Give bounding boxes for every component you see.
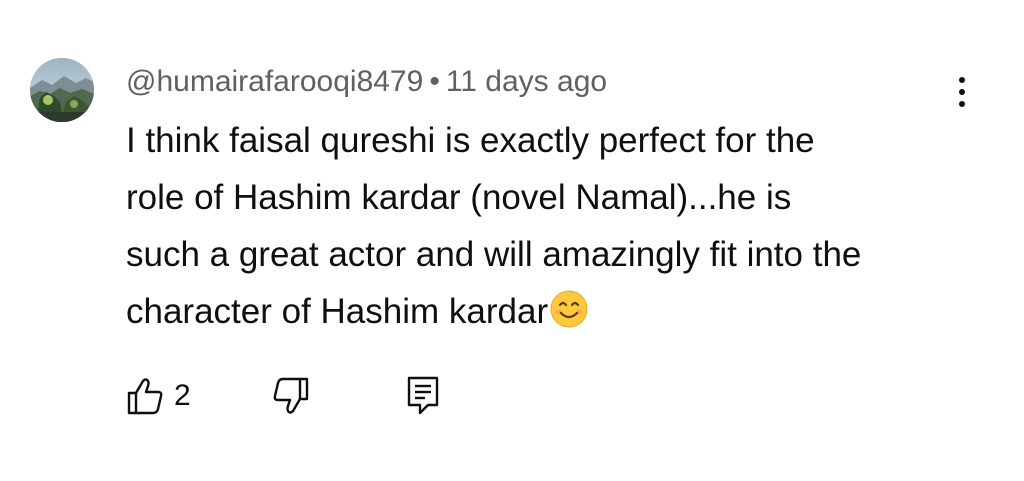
timestamp[interactable]: 11 days ago: [446, 65, 607, 98]
comment-header: @humairafarooqi8479 • 11 days ago: [126, 62, 607, 102]
comment-text-line: role of Hashim kardar (novel Namal)...he…: [126, 178, 792, 217]
dislike-button[interactable]: [272, 372, 310, 420]
reply-button[interactable]: [406, 372, 440, 420]
more-vertical-icon: [959, 77, 965, 83]
thumbs-down-icon: [273, 377, 309, 414]
comment-reply-icon: [407, 376, 439, 415]
avatar-image: [30, 58, 94, 122]
avatar[interactable]: [30, 58, 94, 122]
like-button[interactable]: 2: [126, 372, 191, 420]
comment-text-line: character of Hashim kardar: [126, 292, 549, 331]
author-handle[interactable]: @humairafarooqi8479: [126, 65, 423, 98]
thumbs-up-icon: [127, 378, 163, 415]
more-vertical-icon-dot: [959, 89, 965, 95]
like-count: 2: [174, 379, 191, 412]
comment-text-line-last: character of Hashim kardar: [126, 283, 976, 340]
separator-dot: •: [429, 65, 440, 98]
comment-text-line: such a great actor and will amazingly fi…: [126, 235, 862, 274]
more-options-button[interactable]: [944, 70, 980, 114]
smiling-face-emoji: [550, 290, 588, 328]
comment-text: I think faisal qureshi is exactly perfec…: [126, 112, 976, 340]
comment-text-line: I think faisal qureshi is exactly perfec…: [126, 121, 815, 160]
more-vertical-icon-dot: [959, 101, 965, 107]
comment-card: @humairafarooqi8479 • 11 days ago I think …: [0, 0, 1024, 481]
